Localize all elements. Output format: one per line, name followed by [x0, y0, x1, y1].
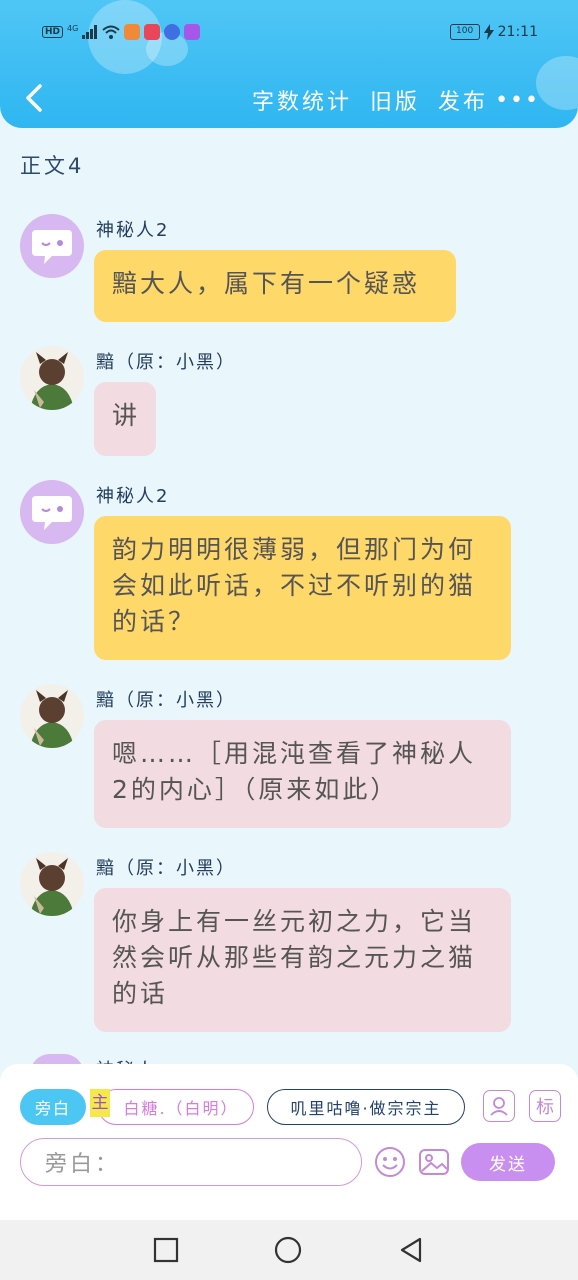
home-icon[interactable]	[274, 1236, 302, 1264]
back-nav-icon[interactable]	[398, 1236, 426, 1264]
character-portrait-icon	[20, 684, 84, 748]
role-chip-baitang[interactable]: 白糖.（白明）	[98, 1089, 254, 1125]
role-chip-label: 白糖.（白明）	[123, 1099, 239, 1118]
avatar-hei[interactable]	[20, 346, 84, 410]
avatar-hei[interactable]	[20, 852, 84, 916]
sender-name: 神秘人2	[96, 220, 170, 241]
music-app-icon	[184, 24, 201, 40]
avatar-hei[interactable]	[20, 684, 84, 748]
sender-name: 黯（原：小黑）	[96, 858, 236, 879]
message-bubble[interactable]: 嗯……［用混沌查看了神秘人2的内心］（原来如此）	[94, 720, 511, 828]
image-icon[interactable]	[418, 1146, 450, 1178]
recent-apps-icon[interactable]	[152, 1236, 180, 1264]
narration-role-chip[interactable]: 旁白	[20, 1089, 86, 1125]
signal-icon	[82, 25, 98, 39]
app-notification-icon	[124, 24, 141, 40]
tag-button[interactable]: 标	[529, 1090, 561, 1122]
chat-message[interactable]: 黯（原：小黑） 嗯……［用混沌查看了神秘人2的内心］（原来如此）	[20, 684, 530, 830]
role-chip-jiligulu[interactable]: 叽里咕噜·做宗宗主	[267, 1089, 465, 1125]
speech-bubble-icon	[32, 496, 72, 530]
sender-name: 神秘人2	[96, 486, 170, 507]
message-bubble[interactable]: 讲	[94, 382, 156, 456]
lead-role-tag: 主	[90, 1089, 110, 1117]
character-portrait-icon	[20, 346, 84, 410]
old-version-button[interactable]: 旧版	[370, 84, 420, 116]
send-button[interactable]: 发送	[461, 1143, 555, 1181]
message-bubble[interactable]: 黯大人，属下有一个疑惑	[94, 250, 456, 322]
chat-message[interactable]: 神秘人2 韵力明明很薄弱，但那门为何会如此听话，不过不听别的猫的话？	[20, 480, 530, 662]
word-count-button[interactable]: 字数统计	[252, 84, 352, 116]
app-notification-icon	[144, 24, 161, 40]
clock: 21:11	[497, 24, 538, 40]
avatar-mystery-person[interactable]	[20, 480, 84, 544]
wifi-icon	[102, 25, 120, 39]
network-type: 4G	[67, 24, 79, 33]
avatar-mystery-person[interactable]	[20, 214, 84, 278]
emoji-icon[interactable]	[374, 1146, 406, 1178]
status-bar: HD 4G 100 21:11	[0, 18, 578, 52]
back-button[interactable]	[20, 80, 48, 116]
top-header: HD 4G 100 21:11 字数统计 旧版 发布 •••	[0, 0, 578, 128]
sender-name: 黯（原：小黑）	[96, 352, 236, 373]
sender-name: 黯（原：小黑）	[96, 690, 236, 711]
message-input[interactable]: 旁白：	[20, 1138, 362, 1186]
chat-message[interactable]: 黯（原：小黑） 你身上有一丝元初之力，它当然会听从那些有韵之元力之猫的话	[20, 852, 530, 1034]
chat-message[interactable]: 神秘人2 黯大人，属下有一个疑惑	[20, 214, 530, 324]
decor-bubble	[536, 56, 578, 110]
add-character-icon[interactable]	[483, 1090, 515, 1122]
character-portrait-icon	[20, 852, 84, 916]
speech-bubble-icon	[32, 230, 72, 264]
charging-icon	[483, 24, 494, 40]
battery-icon: 100	[449, 24, 480, 40]
chat-message[interactable]: 黯（原：小黑） 讲	[20, 346, 530, 458]
publish-button[interactable]: 发布	[438, 84, 488, 116]
message-bubble[interactable]: 韵力明明很薄弱，但那门为何会如此听话，不过不听别的猫的话？	[94, 516, 511, 660]
hd-indicator: HD	[42, 26, 64, 38]
person-icon	[490, 1097, 508, 1116]
system-navigation-bar	[0, 1220, 578, 1280]
chapter-title: 正文4	[20, 154, 85, 178]
more-options-button[interactable]: •••	[495, 88, 540, 113]
app-notification-icon	[164, 24, 181, 40]
message-bubble[interactable]: 你身上有一丝元初之力，它当然会听从那些有韵之元力之猫的话	[94, 888, 511, 1032]
